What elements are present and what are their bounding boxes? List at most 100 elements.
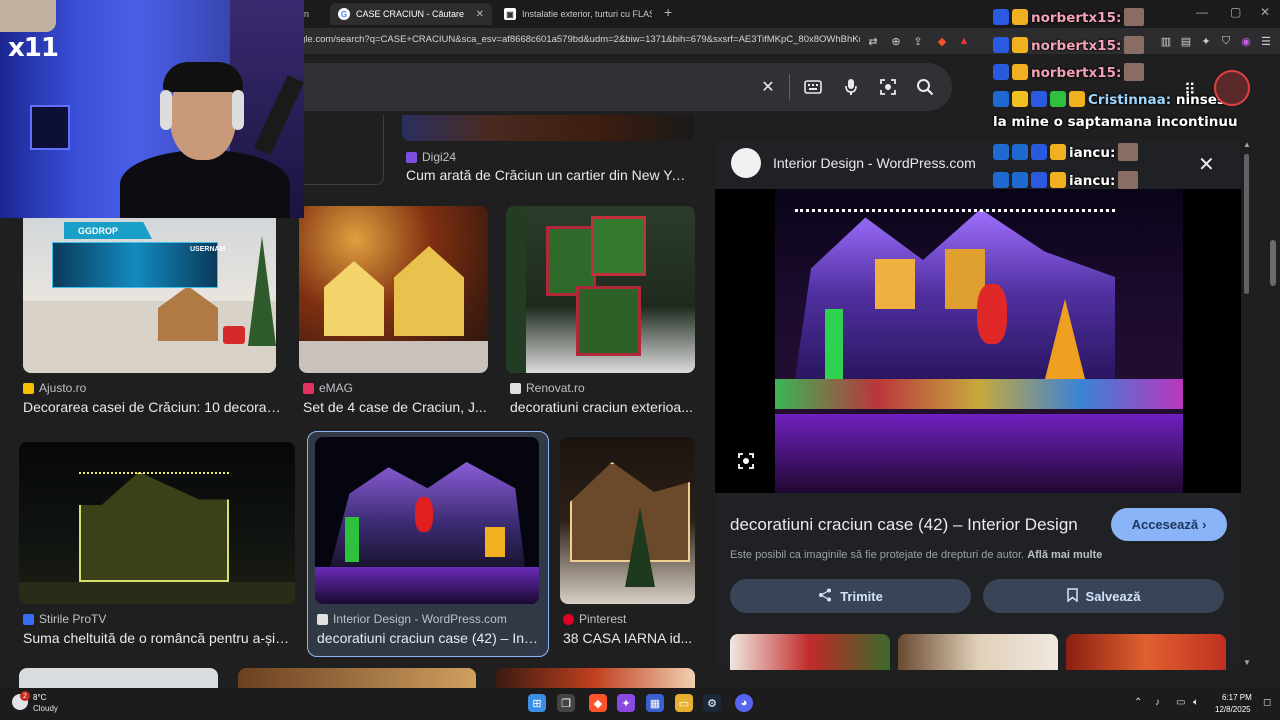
clear-search-icon[interactable]: ✕ [757,76,779,98]
result-thumbnail[interactable] [238,668,476,688]
share-button[interactable]: Trimite [730,579,971,613]
result-title[interactable]: Cum arată de Crăciun un cartier din New … [406,167,691,183]
mod-badge-icon [1031,172,1047,188]
result-thumbnail[interactable] [299,206,488,373]
scroll-up-icon[interactable]: ▲ [1243,140,1251,149]
result-thumbnail[interactable] [19,442,295,604]
lens-search-image-icon[interactable] [737,452,755,475]
result-thumbnail[interactable] [560,437,695,604]
vpn-icon[interactable]: ⛉ [1218,33,1234,49]
tab-label: CASE CRACIUN - Căutare Google [356,9,464,19]
menu-icon[interactable]: ☰ [1258,33,1274,49]
result-title[interactable]: Set de 4 case de Craciun, J... [303,399,488,415]
clock-date[interactable]: 12/8/2025 [1215,705,1251,714]
site-logo[interactable] [731,148,761,178]
visit-button[interactable]: Accesează › [1111,508,1227,541]
leo-icon[interactable]: ◉ [1238,33,1254,49]
bits-badge-icon [1012,172,1028,188]
scroll-down-icon[interactable]: ▼ [1243,658,1251,667]
translate-icon[interactable]: ⇄ [865,33,881,49]
close-panel-icon[interactable]: ✕ [1198,152,1215,177]
brave-shield-icon[interactable]: ◆ [934,33,950,49]
panel-title[interactable]: decoratiuni craciun case (42) – Interior… [730,515,1078,535]
minimize-icon[interactable]: — [1196,5,1208,19]
learn-more-link[interactable]: Află mai multe [1027,549,1102,561]
lens-icon[interactable] [877,76,899,98]
panel-scrollbar[interactable]: ▲ ▼ [1243,140,1251,670]
page-scrollbar-thumb[interactable] [1270,240,1276,286]
related-thumbnail[interactable] [898,634,1058,670]
url-field[interactable]: gle.com/search?q=CASE+CRACIUN&sca_esv=af… [300,34,860,45]
emote-icon [1124,63,1145,81]
brave-rewards-icon[interactable]: ▲ [956,33,972,49]
result-source: Ajusto.ro [23,381,86,395]
tray-overflow-icon[interactable]: ⌃ [1134,697,1142,708]
result-title[interactable]: Decorarea casei de Crăciun: 10 decorați.… [23,399,281,415]
sub-badge-icon [1012,37,1028,53]
sub-badge-icon [1012,9,1028,25]
tab-google-search[interactable]: G CASE CRACIUN - Căutare Google ✕ [330,3,492,25]
result-thumbnail[interactable] [315,437,539,604]
related-thumbnail[interactable] [1066,634,1226,670]
result-source: Digi24 [406,150,456,164]
emag-icon [303,382,314,394]
gift-badge-icon [1050,91,1066,107]
clock-time[interactable]: 6:17 PM [1222,693,1252,702]
save-button[interactable]: Salvează [983,579,1224,613]
result-source: Pinterest [563,612,626,626]
task-view-icon[interactable]: ❐ [557,694,575,712]
share-icon [818,588,832,605]
mod-badge-icon [993,37,1009,53]
close-tab-icon[interactable]: ✕ [476,9,484,20]
speaker-icon[interactable]: ♪ [1155,697,1160,708]
discord-icon[interactable]: ◕ [735,694,753,712]
keyboard-icon[interactable] [802,76,824,98]
protv-icon [23,613,34,625]
related-thumbnail[interactable] [730,634,890,670]
sub-badge-icon [1069,91,1085,107]
network-icon[interactable]: ▭ [1176,697,1185,708]
pinterest-icon [563,613,574,625]
steam-icon[interactable]: ⚙ [703,694,721,712]
result-thumbnail[interactable] [495,668,695,688]
result-thumbnail[interactable] [402,115,694,141]
file-explorer-icon[interactable]: ▭ [675,694,693,712]
wallet-icon[interactable]: ▤ [1178,33,1194,49]
result-title[interactable]: decoratiuni craciun exterioa... [510,399,695,415]
brave-icon[interactable]: ◆ [589,694,607,712]
maximize-icon[interactable]: ▢ [1230,5,1241,19]
result-title[interactable]: 38 CASA IARNA id... [563,630,695,646]
mod-badge-icon [993,9,1009,25]
start-icon[interactable]: ⊞ [528,694,546,712]
preview-image[interactable] [715,189,1241,493]
notification-center-icon[interactable]: ◻ [1263,697,1271,708]
wordpress-icon [317,613,328,625]
zoom-icon[interactable]: ⊕ [888,33,904,49]
tab-label: n [304,9,310,19]
close-window-icon[interactable]: ✕ [1260,5,1270,19]
broadcaster-badge-icon [993,144,1009,160]
result-thumbnail[interactable] [19,668,218,688]
weather-condition[interactable]: Cloudy [33,704,58,713]
new-tab-button[interactable]: + [664,4,672,20]
share-icon[interactable]: ⇪ [910,33,926,49]
copilot-icon[interactable]: ✦ [617,694,635,712]
search-icon[interactable] [914,76,936,98]
weather-temp[interactable]: 8°C [33,693,46,702]
microphone-icon[interactable] [840,76,862,98]
result-title[interactable]: decoratiuni craciun case (42) – Int... [317,630,539,646]
sidebar-icon[interactable]: ▥ [1158,33,1174,49]
panel-site-name[interactable]: Interior Design - WordPress.com [773,155,976,171]
renovat-icon [510,382,521,394]
extensions-icon[interactable]: ✦ [1198,33,1214,49]
volume-icon[interactable]: 🔈︎ [1193,697,1199,708]
result-source: Renovat.ro [510,381,585,395]
chat-message: norbertx15: [993,8,1145,26]
tab-instalatie[interactable]: ▣ Instalatie exterior, turturi cu FLASH,… [496,3,660,25]
emote-icon [1124,8,1145,26]
m365-icon[interactable]: ▦ [646,694,664,712]
ajusto-icon [23,382,34,394]
result-title[interactable]: Suma cheltuită de o româncă pentru a-și … [23,630,293,646]
chat-message: norbertx15: [993,63,1145,81]
result-thumbnail[interactable] [506,206,695,373]
